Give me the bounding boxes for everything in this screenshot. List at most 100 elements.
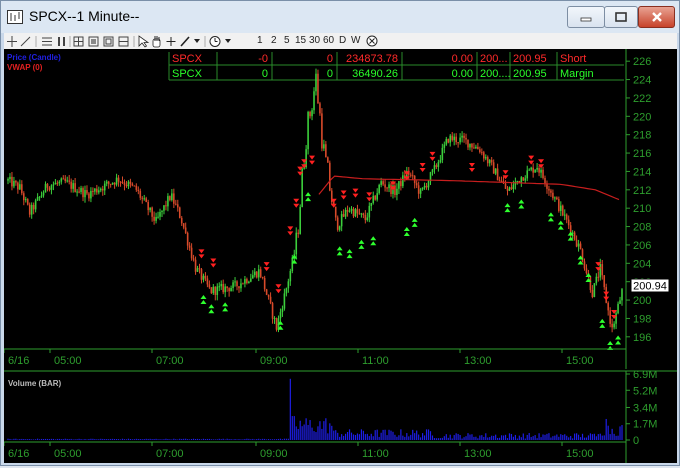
price-candle bbox=[159, 208, 161, 221]
price-candle bbox=[419, 187, 422, 199]
buy-signal-marker bbox=[370, 241, 377, 246]
price-candle bbox=[178, 206, 181, 219]
price-candle bbox=[141, 196, 144, 204]
price-candle bbox=[119, 181, 122, 187]
sell-signal-marker bbox=[309, 160, 316, 165]
minimize-button[interactable] bbox=[567, 6, 605, 28]
price-candle bbox=[202, 273, 205, 283]
price-candle bbox=[437, 159, 440, 172]
price-candle bbox=[99, 187, 102, 193]
price-candle bbox=[378, 183, 380, 195]
price-candle bbox=[135, 183, 138, 192]
price-candle bbox=[550, 188, 552, 197]
volume-tick-label: 5.2M bbox=[633, 385, 657, 397]
last-price-value: 200.94 bbox=[633, 281, 667, 293]
chart-area[interactable]: Price (Candle) VWAP (0) SPCX -0 0 234873… bbox=[3, 49, 677, 463]
crosshair-cursor-icon[interactable] bbox=[7, 36, 17, 47]
close-chart-icon[interactable] bbox=[366, 35, 378, 47]
price-candle bbox=[129, 178, 132, 188]
price-candle bbox=[173, 188, 175, 209]
price-candle bbox=[615, 309, 617, 330]
interval-60[interactable]: 60 bbox=[323, 34, 334, 48]
price-candle bbox=[283, 288, 286, 311]
price-candle bbox=[133, 185, 136, 187]
sell-signal-marker bbox=[198, 254, 205, 259]
price-candle bbox=[514, 177, 517, 190]
price-candle bbox=[611, 318, 613, 333]
price-candle bbox=[212, 284, 215, 295]
price-candle bbox=[459, 133, 461, 145]
sell-signal-marker bbox=[538, 159, 545, 164]
price-candle bbox=[208, 280, 211, 289]
draw-dropdown-icon[interactable] bbox=[194, 39, 200, 43]
volume-y-axis: 6.9M 5.2M 3.4M 1.7M 0 bbox=[625, 369, 657, 463]
price-candle bbox=[267, 294, 270, 300]
buy-signal-marker bbox=[336, 251, 343, 256]
interval-1[interactable]: 1 bbox=[257, 34, 263, 48]
price-candle bbox=[336, 215, 339, 232]
pointer-icon[interactable] bbox=[138, 35, 150, 48]
interval-daily[interactable]: D bbox=[339, 34, 346, 48]
sell-signal-marker bbox=[366, 197, 373, 202]
price-candle bbox=[413, 175, 416, 189]
volume-plot bbox=[7, 378, 623, 440]
price-candle bbox=[50, 184, 53, 195]
price-candle bbox=[46, 183, 49, 192]
quote-cell: 0 bbox=[327, 68, 333, 80]
price-candle bbox=[38, 196, 41, 201]
quote-row-short[interactable]: SPCX -0 0 234873.78 0.00 200... 200.95 S… bbox=[172, 53, 586, 65]
price-candle bbox=[563, 209, 566, 221]
clock-icon[interactable] bbox=[209, 36, 221, 47]
text-tool-icon[interactable] bbox=[42, 37, 52, 46]
price-candle bbox=[453, 133, 455, 146]
price-candle bbox=[68, 174, 71, 185]
hand-icon[interactable] bbox=[152, 36, 161, 48]
price-candle bbox=[198, 263, 201, 274]
quote-row-margin[interactable]: SPCX 0 0 36490.26 0.00 200.... 200.95 Ma… bbox=[172, 68, 594, 80]
price-tick-label: 226 bbox=[633, 56, 651, 68]
pencil-icon[interactable] bbox=[180, 36, 190, 47]
pause-icon[interactable] bbox=[58, 37, 65, 46]
price-candle bbox=[469, 143, 471, 151]
price-candle bbox=[175, 199, 177, 206]
price-candle bbox=[364, 210, 367, 224]
interval-2[interactable]: 2 bbox=[271, 34, 277, 48]
layout-icon[interactable] bbox=[88, 36, 99, 47]
price-candle bbox=[143, 194, 146, 201]
interval-30[interactable]: 30 bbox=[309, 34, 320, 48]
interval-5[interactable]: 5 bbox=[284, 34, 290, 48]
time-tick-label: 13:00 bbox=[464, 448, 492, 460]
grid-icon[interactable] bbox=[73, 36, 84, 47]
price-candle bbox=[226, 286, 228, 292]
fit-icon[interactable] bbox=[118, 36, 129, 47]
price-candle bbox=[394, 181, 396, 198]
price-candle bbox=[19, 179, 21, 191]
sell-signal-marker bbox=[502, 170, 509, 175]
price-candle bbox=[350, 206, 353, 214]
chart-app-icon bbox=[7, 10, 23, 24]
sell-signal-marker bbox=[287, 231, 294, 236]
buy-signal-marker bbox=[222, 302, 229, 307]
interval-weekly[interactable]: W bbox=[351, 34, 360, 48]
price-tick-label: 222 bbox=[633, 93, 651, 105]
maximize-button[interactable] bbox=[604, 6, 638, 28]
interval-15[interactable]: 15 bbox=[295, 34, 306, 48]
close-button[interactable] bbox=[638, 6, 675, 28]
zoom-box-icon[interactable] bbox=[103, 36, 114, 47]
price-candle bbox=[145, 196, 147, 203]
sell-signal-marker bbox=[340, 195, 347, 200]
plus-icon[interactable] bbox=[166, 37, 176, 46]
title-bar[interactable]: SPCX--1 Minute-- bbox=[1, 1, 679, 33]
interval-dropdown-icon[interactable] bbox=[225, 39, 231, 43]
price-candle bbox=[26, 198, 29, 206]
price-candle bbox=[62, 175, 65, 180]
price-candle bbox=[52, 181, 55, 191]
price-candle bbox=[60, 177, 63, 185]
price-candle bbox=[591, 285, 594, 299]
price-candle bbox=[411, 170, 414, 180]
chart-canvas[interactable]: Price (Candle) VWAP (0) SPCX -0 0 234873… bbox=[3, 49, 677, 463]
price-candle bbox=[149, 207, 151, 213]
sell-signal-marker bbox=[468, 167, 475, 172]
line-tool-icon[interactable] bbox=[20, 36, 31, 47]
price-candle bbox=[323, 139, 325, 151]
